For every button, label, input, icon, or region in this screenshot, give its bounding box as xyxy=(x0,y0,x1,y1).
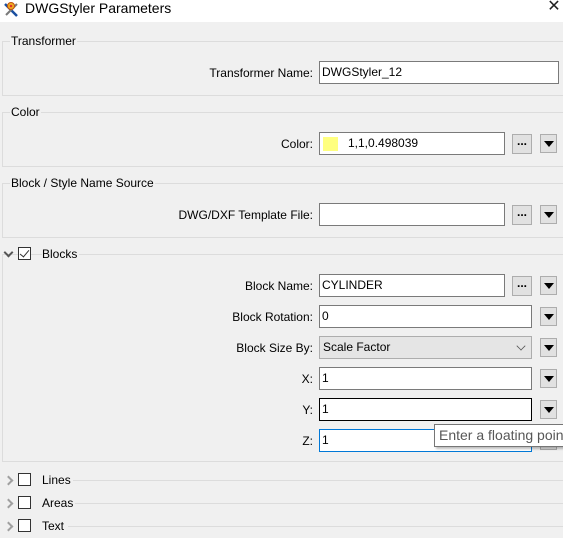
template-dropdown-button[interactable] xyxy=(540,205,557,224)
color-legend: Color xyxy=(10,105,41,119)
blocks-collapse-chevron-icon[interactable] xyxy=(4,249,14,259)
color-value: 1,1,0.498039 xyxy=(348,136,419,150)
x-input[interactable]: 1 xyxy=(319,367,532,390)
color-label: Color: xyxy=(280,137,313,151)
lines-divider xyxy=(70,480,563,481)
source-legend: Block / Style Name Source xyxy=(10,176,155,190)
x-label: X: xyxy=(301,372,313,386)
fme-transformer-icon xyxy=(4,2,18,17)
z-label: Z: xyxy=(302,434,313,448)
title-bar: DWGStyler Parameters ✕ xyxy=(0,0,563,22)
block-size-by-select[interactable]: Scale Factor xyxy=(319,336,532,359)
lines-title: Lines xyxy=(42,473,73,487)
chevron-down-icon xyxy=(516,341,526,351)
blocks-checkbox[interactable] xyxy=(18,247,31,260)
transformer-name-input[interactable]: DWGStyler_12 xyxy=(319,61,559,84)
text-checkbox[interactable] xyxy=(18,519,31,532)
blocks-title: Blocks xyxy=(42,247,80,261)
template-file-label: DWG/DXF Template File: xyxy=(178,208,313,222)
areas-expand-chevron-icon[interactable] xyxy=(5,498,15,508)
block-rotation-label: Block Rotation: xyxy=(232,310,313,324)
text-title: Text xyxy=(42,519,67,533)
block-name-dropdown-button[interactable] xyxy=(540,276,557,295)
color-swatch xyxy=(323,137,338,151)
block-rotation-dropdown-button[interactable] xyxy=(540,307,557,326)
text-divider xyxy=(68,526,563,527)
color-input[interactable]: 1,1,0.498039 xyxy=(319,132,505,155)
tooltip: Enter a floating point xyxy=(434,424,563,447)
transformer-legend: Transformer xyxy=(10,34,77,48)
template-file-input[interactable] xyxy=(319,203,505,226)
y-label: Y: xyxy=(302,403,313,417)
text-expand-chevron-icon[interactable] xyxy=(5,521,15,531)
y-dropdown-button[interactable] xyxy=(540,400,557,419)
template-browse-button[interactable]: ... xyxy=(512,205,532,225)
areas-title: Areas xyxy=(42,496,76,510)
transformer-name-label: Transformer Name: xyxy=(209,66,313,80)
areas-divider xyxy=(74,503,563,504)
block-name-browse-button[interactable]: ... xyxy=(512,276,532,296)
areas-checkbox[interactable] xyxy=(18,496,31,509)
block-size-by-label: Block Size By: xyxy=(236,341,313,355)
block-rotation-input[interactable]: 0 xyxy=(319,305,532,328)
color-browse-button[interactable]: ... xyxy=(512,134,532,154)
y-input[interactable]: 1 xyxy=(319,398,532,421)
lines-expand-chevron-icon[interactable] xyxy=(5,475,15,485)
block-size-by-dropdown-button[interactable] xyxy=(540,338,557,357)
block-size-by-value: Scale Factor xyxy=(323,340,391,354)
color-dropdown-button[interactable] xyxy=(540,134,557,153)
block-name-input[interactable]: CYLINDER xyxy=(319,274,505,297)
window-title: DWGStyler Parameters xyxy=(25,0,172,16)
lines-checkbox[interactable] xyxy=(18,473,31,486)
block-name-label: Block Name: xyxy=(244,279,313,293)
close-icon[interactable]: ✕ xyxy=(545,0,563,15)
x-dropdown-button[interactable] xyxy=(540,369,557,388)
